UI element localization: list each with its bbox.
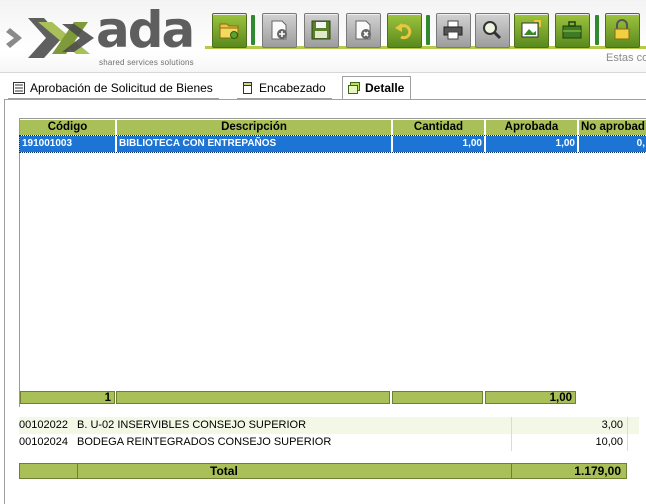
tab-encabezado[interactable]: Encabezado [237, 78, 332, 99]
tab-label: Aprobación de Solicitud de Bienes [30, 81, 213, 95]
column-header-descripcion[interactable]: Descripción [117, 120, 392, 135]
warehouse-description: B. U-02 INSERVIBLES CONSEJO SUPERIOR [77, 419, 307, 431]
document-icon [243, 82, 252, 94]
warehouse-description: BODEGA REINTEGRADOS CONSEJO SUPERIOR [77, 436, 332, 448]
list-item[interactable]: 00102022 B. U-02 INSERVIBLES CONSEJO SUP… [19, 417, 639, 434]
total-row: Total 1.179,00 [19, 463, 627, 479]
summary-cantidad [392, 391, 483, 404]
folder-icon [219, 23, 239, 39]
warehouse-list: 00102022 B. U-02 INSERVIBLES CONSEJO SUP… [19, 417, 646, 499]
toolbar-separator [426, 15, 430, 45]
tab-strip: Aprobación de Solicitud de Bienes Encabe… [4, 76, 644, 100]
ada-logo: ada shared services solutions [4, 1, 204, 67]
delete-document-icon [355, 20, 371, 40]
magnifier-icon [483, 21, 502, 40]
toolbar-separator [595, 15, 599, 45]
app-header: ada shared services solutions Estas co [0, 0, 646, 73]
column-divider [627, 434, 628, 451]
total-value: 1.179,00 [511, 464, 623, 478]
list-icon [13, 82, 25, 94]
warehouse-code: 00102024 [19, 436, 68, 448]
grid-header-row: Código Descripción Cantidad Aprobada No … [20, 120, 646, 136]
cell-aprobada: 1,00 [486, 136, 578, 152]
column-divider [77, 464, 78, 478]
warehouse-quantity: 3,00 [601, 419, 623, 431]
brand-name: ada [96, 1, 195, 59]
tab-label: Encabezado [259, 81, 326, 95]
tab-aprobacion[interactable]: Aprobación de Solicitud de Bienes [8, 78, 219, 99]
tab-label: Detalle [365, 81, 405, 95]
save-button[interactable] [304, 13, 339, 48]
warehouse-quantity: 10,00 [595, 436, 623, 448]
column-header-cantidad[interactable]: Cantidad [393, 120, 485, 135]
column-header-aprobada[interactable]: Aprobada [486, 120, 578, 135]
table-row[interactable]: 191001003 BIBLIOTECA CON ENTREPAÑOS 1,00… [19, 135, 646, 153]
undo-button[interactable] [387, 13, 422, 48]
print-button[interactable] [436, 13, 471, 48]
briefcase-icon [562, 21, 582, 39]
printer-icon [443, 20, 463, 40]
tab-detalle[interactable]: Detalle [342, 76, 412, 99]
column-divider [511, 417, 512, 434]
summary-descripcion [116, 391, 390, 404]
summary-aprobada: 1,00 [485, 391, 576, 404]
column-divider [511, 434, 512, 451]
new-record-button[interactable] [262, 13, 297, 48]
search-button[interactable] [475, 13, 510, 48]
toolbar-separator [251, 15, 255, 45]
summary-count: 1 [20, 391, 115, 404]
column-header-no-aprobada[interactable]: No aprobad [579, 120, 646, 135]
floppy-disk-icon [311, 20, 331, 40]
detail-icon [348, 82, 360, 94]
export-button[interactable] [514, 13, 549, 48]
detail-grid: Código Descripción Cantidad Aprobada No … [19, 118, 646, 407]
cell-no-aprobada: 0, [579, 136, 646, 152]
total-label: Total [210, 464, 238, 478]
column-header-codigo[interactable]: Código [20, 120, 116, 135]
warehouse-code: 00102022 [19, 419, 68, 431]
grid-summary-row: 1 1,00 [19, 391, 646, 406]
briefcase-button[interactable] [555, 13, 590, 48]
undo-arrow-icon [395, 23, 412, 40]
list-item[interactable]: 00102024 BODEGA REINTEGRADOS CONSEJO SUP… [19, 434, 639, 451]
open-folder-button[interactable] [212, 13, 247, 48]
new-document-icon [271, 20, 287, 40]
brand-tagline: shared services solutions [99, 58, 194, 67]
delete-button[interactable] [346, 13, 381, 48]
cell-descripcion: BIBLIOTECA CON ENTREPAÑOS [117, 136, 392, 152]
column-divider [627, 417, 628, 434]
padlock-icon [614, 19, 630, 40]
status-message: Estas co [606, 52, 646, 64]
ada-logo-mark-icon [6, 18, 94, 58]
cell-codigo: 191001003 [20, 136, 116, 152]
lock-button[interactable] [605, 13, 640, 48]
detail-panel: Código Descripción Cantidad Aprobada No … [4, 100, 646, 504]
export-picture-icon [521, 20, 541, 38]
cell-cantidad: 1,00 [393, 136, 485, 152]
